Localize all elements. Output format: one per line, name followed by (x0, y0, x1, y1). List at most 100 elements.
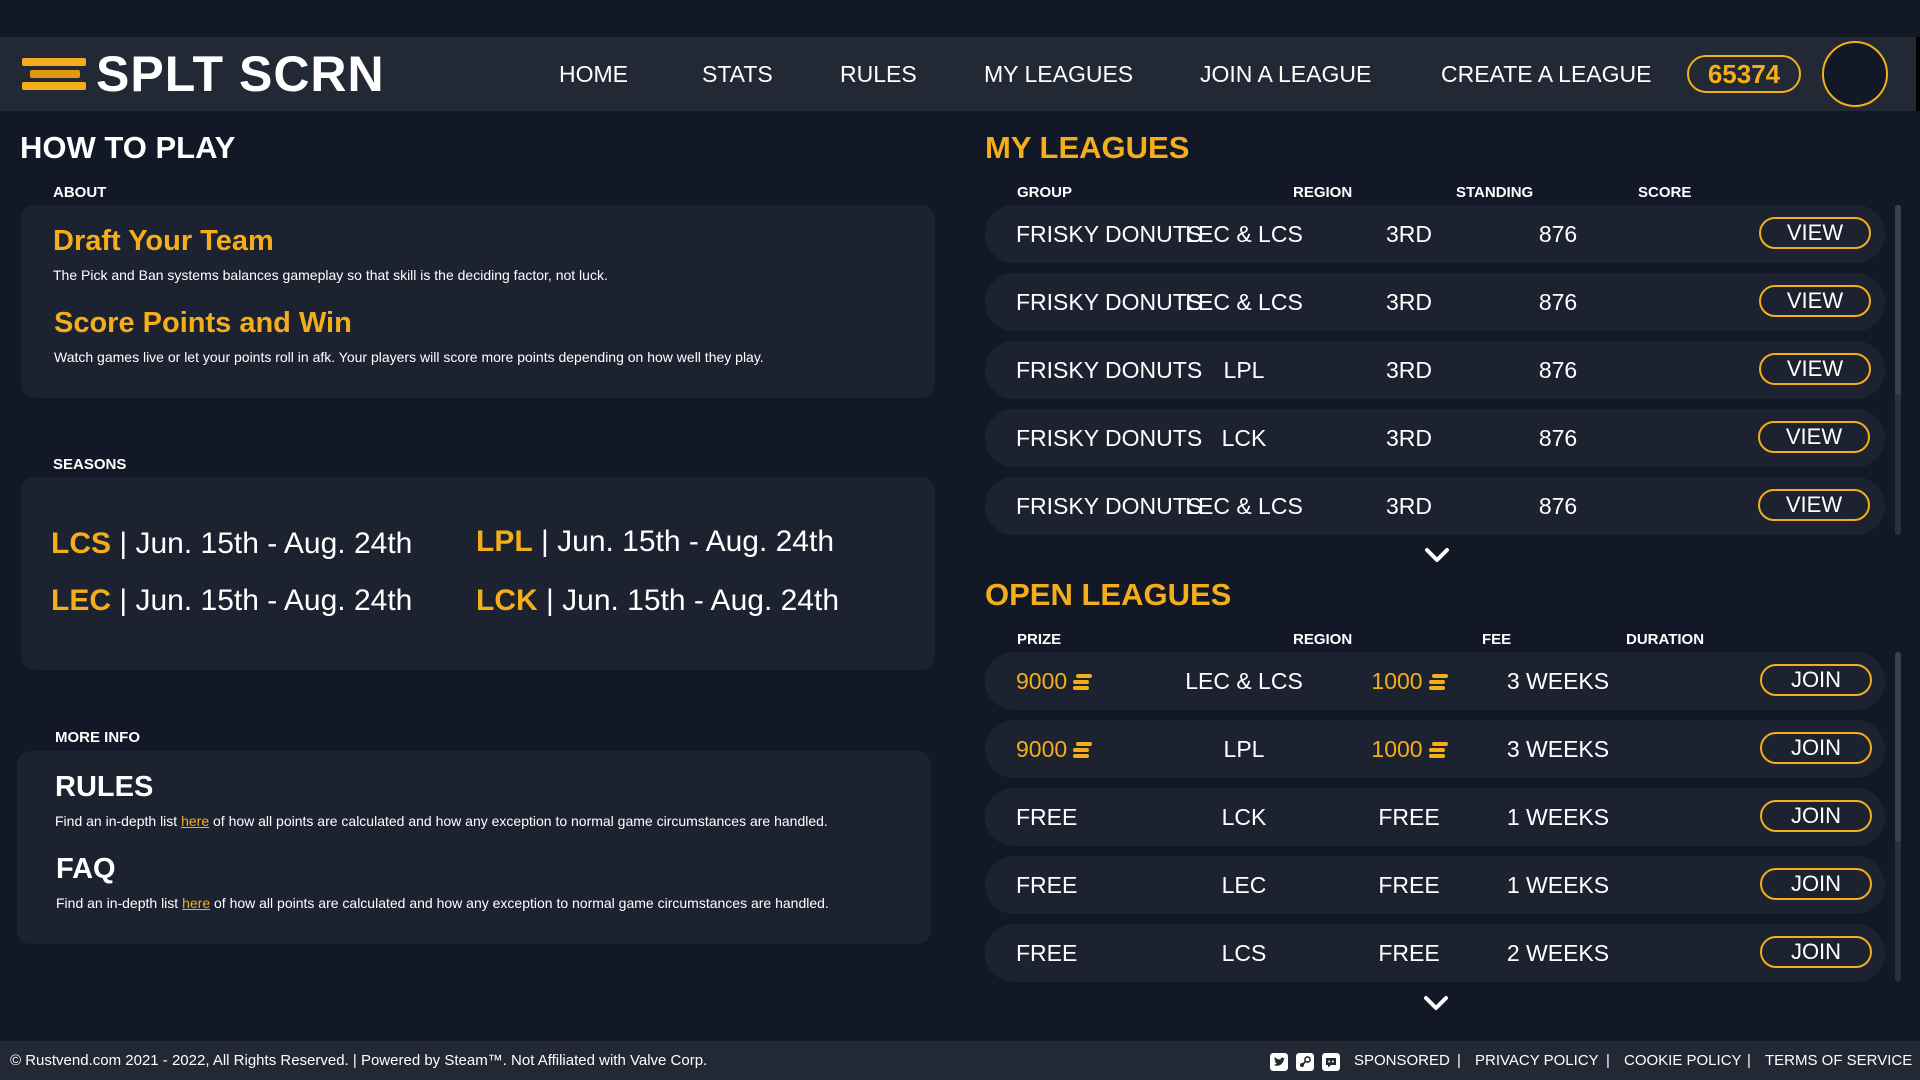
faq-here-link[interactable]: here (182, 895, 210, 911)
league-score: 876 (1538, 289, 1578, 315)
nav-my-leagues[interactable]: MY LEAGUES (984, 37, 1133, 111)
league-fee: FREE (1378, 872, 1440, 898)
league-duration: 2 WEEKS (1506, 940, 1610, 966)
about-text-draft: The Pick and Ban systems balances gamepl… (53, 267, 608, 283)
seasons-panel: LCS | Jun. 15th - Aug. 24th LPL | Jun. 1… (21, 477, 935, 670)
join-button[interactable]: JOIN (1760, 936, 1872, 968)
nav-join-league[interactable]: JOIN A LEAGUE (1200, 37, 1371, 111)
league-standing: 3RD (1385, 357, 1432, 383)
coin-icon (1073, 742, 1093, 758)
about-panel: Draft Your Team The Pick and Ban systems… (21, 205, 935, 398)
league-region: LEC (1221, 872, 1267, 898)
open-league-row: FREE LEC FREE 1 WEEKS JOIN (985, 856, 1885, 914)
more-info-label: MORE INFO (55, 729, 140, 746)
discord-icon[interactable] (1322, 1053, 1340, 1071)
coin-balance[interactable]: 65374 (1687, 55, 1801, 93)
league-region: LEC & LCS (1185, 668, 1303, 694)
footer-separator: | (1747, 1052, 1751, 1069)
copyright: © Rustvend.com 2021 - 2022, All Rights R… (10, 1052, 708, 1069)
nav-home[interactable]: HOME (559, 37, 628, 111)
col-region: REGION (1293, 631, 1353, 648)
my-leagues-more-chevron-icon[interactable] (1423, 545, 1451, 565)
navbar: SPLT SCRN HOME STATS RULES MY LEAGUES JO… (0, 37, 1916, 111)
open-leagues-scrollbar[interactable] (1895, 652, 1901, 982)
avatar[interactable] (1822, 41, 1888, 107)
league-fee: FREE (1378, 940, 1440, 966)
coin-icon (1073, 674, 1093, 690)
view-button[interactable]: VIEW (1758, 421, 1870, 453)
my-leagues-scroll-thumb[interactable] (1895, 205, 1901, 395)
about-title-score: Score Points and Win (54, 307, 352, 339)
view-button[interactable]: VIEW (1759, 353, 1871, 385)
open-leagues-more-chevron-icon[interactable] (1422, 993, 1450, 1013)
join-button[interactable]: JOIN (1760, 732, 1872, 764)
footer-cookie-link[interactable]: COOKIE POLICY (1624, 1041, 1742, 1080)
join-button[interactable]: JOIN (1760, 868, 1872, 900)
footer-terms-link[interactable]: TERMS OF SERVICE (1765, 1041, 1912, 1080)
footer: © Rustvend.com 2021 - 2022, All Rights R… (0, 1041, 1920, 1080)
nav-rules[interactable]: RULES (840, 37, 917, 111)
league-prize: 9000 (1016, 652, 1093, 710)
open-leagues-scroll-thumb[interactable] (1895, 652, 1901, 842)
info-title-rules: RULES (55, 771, 154, 803)
steam-icon[interactable] (1296, 1053, 1314, 1071)
more-info-panel: RULES Find an in-depth list here of how … (17, 751, 931, 944)
my-leagues-scrollbar[interactable] (1895, 205, 1901, 535)
my-league-row: FRISKY DONUTS LPL 3RD 876 VIEW (985, 341, 1885, 399)
league-duration: 3 WEEKS (1506, 668, 1610, 694)
league-region: LEC & LCS (1185, 221, 1303, 247)
open-league-row: 9000 LPL 1000 3 WEEKS JOIN (985, 720, 1885, 778)
league-region: LPL (1223, 736, 1265, 762)
season-lck: LCK | Jun. 15th - Aug. 24th (476, 584, 839, 617)
league-duration: 1 WEEKS (1506, 804, 1610, 830)
league-prize: FREE (1016, 940, 1078, 966)
col-score: SCORE (1638, 184, 1692, 201)
league-standing: 3RD (1385, 493, 1432, 519)
season-lcs: LCS | Jun. 15th - Aug. 24th (51, 527, 413, 560)
info-title-faq: FAQ (56, 853, 116, 885)
coin-icon (1428, 742, 1448, 758)
about-text-score: Watch games live or let your points roll… (54, 349, 764, 365)
open-league-row: FREE LCK FREE 1 WEEKS JOIN (985, 788, 1885, 846)
footer-separator: | (1457, 1052, 1461, 1069)
my-league-row: FRISKY DONUTS LEC & LCS 3RD 876 VIEW (985, 273, 1885, 331)
nav-create-league[interactable]: CREATE A LEAGUE (1441, 37, 1651, 111)
my-league-row: FRISKY DONUTS LEC & LCS 3RD 876 VIEW (985, 205, 1885, 263)
coin-icon (1428, 674, 1448, 690)
twitter-icon[interactable] (1270, 1053, 1288, 1071)
open-leagues-title: OPEN LEAGUES (985, 577, 1232, 612)
seasons-label: SEASONS (53, 456, 127, 473)
join-button[interactable]: JOIN (1760, 664, 1872, 696)
league-standing: 3RD (1385, 425, 1432, 451)
league-region: LEC & LCS (1185, 289, 1303, 315)
league-prize: FREE (1016, 872, 1078, 898)
my-league-row: FRISKY DONUTS LCK 3RD 876 VIEW (985, 409, 1885, 467)
league-region: LCK (1221, 425, 1267, 451)
league-score: 876 (1538, 221, 1578, 247)
col-region: REGION (1293, 184, 1353, 201)
nav-edge (1916, 37, 1920, 111)
join-button[interactable]: JOIN (1760, 800, 1872, 832)
league-fee: 1000 (1349, 720, 1469, 778)
view-button[interactable]: VIEW (1758, 489, 1870, 521)
view-button[interactable]: VIEW (1759, 217, 1871, 249)
league-standing: 3RD (1385, 289, 1432, 315)
footer-sponsored-link[interactable]: SPONSORED (1354, 1041, 1450, 1080)
rules-here-link[interactable]: here (181, 813, 209, 829)
about-label: ABOUT (53, 184, 107, 201)
league-prize: FREE (1016, 804, 1078, 830)
nav-links: HOME STATS RULES MY LEAGUES JOIN A LEAGU… (0, 37, 1916, 111)
top-strip (0, 0, 1920, 37)
col-group: GROUP (1017, 184, 1073, 201)
col-duration: DURATION (1626, 631, 1705, 648)
info-text-faq: Find an in-depth list here of how all po… (56, 895, 829, 911)
nav-stats[interactable]: STATS (702, 37, 773, 111)
league-score: 876 (1538, 357, 1578, 383)
footer-privacy-link[interactable]: PRIVACY POLICY (1475, 1041, 1599, 1080)
league-standing: 3RD (1385, 221, 1432, 247)
view-button[interactable]: VIEW (1759, 285, 1871, 317)
footer-separator: | (1606, 1052, 1610, 1069)
info-text-rules: Find an in-depth list here of how all po… (55, 813, 828, 829)
league-fee: 1000 (1349, 652, 1469, 710)
my-league-row: FRISKY DONUTS LEC & LCS 3RD 876 VIEW (985, 477, 1885, 535)
